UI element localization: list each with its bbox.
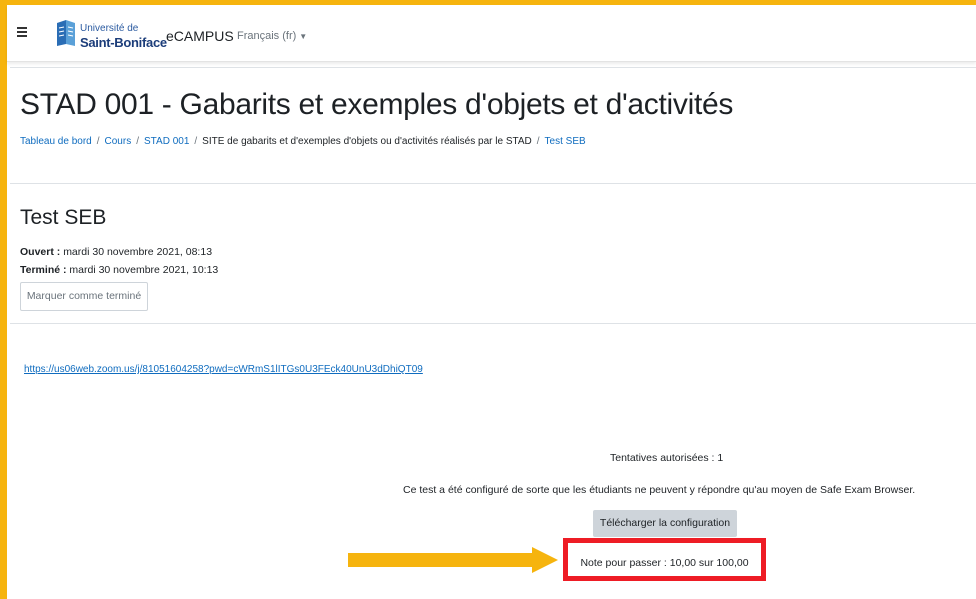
breadcrumb-dashboard[interactable]: Tableau de bord xyxy=(20,136,92,147)
breadcrumb-separator: / xyxy=(136,136,139,147)
open-date-label: Ouvert : xyxy=(20,246,61,258)
language-menu[interactable]: Français (fr) ▼ xyxy=(237,30,307,42)
breadcrumb-separator: / xyxy=(194,136,198,147)
breadcrumb-separator: / xyxy=(536,136,540,147)
seb-notice: Ce test a été configuré de sorte que les… xyxy=(403,484,916,496)
divider xyxy=(10,67,976,68)
breadcrumb-activity[interactable]: Test SEB xyxy=(545,136,586,147)
breadcrumb: Tableau de bord / Cours / STAD 001 / SITE de g… xyxy=(20,136,586,147)
highlight-frame-left xyxy=(0,0,7,599)
top-navbar: Université de Saint-Boniface eCAMPUS Fra… xyxy=(7,5,976,62)
divider xyxy=(10,323,976,324)
logo-text-line1: Université de xyxy=(80,23,139,34)
close-date-label: Terminé : xyxy=(20,264,67,276)
download-config-button[interactable]: Télécharger la configuration xyxy=(593,510,737,537)
activity-title: Test SEB xyxy=(20,206,107,229)
logo-mark-icon xyxy=(57,20,75,46)
callout-arrow-icon xyxy=(348,547,558,573)
menu-icon[interactable] xyxy=(17,27,27,37)
breadcrumb-separator: / xyxy=(96,136,100,147)
breadcrumb-section[interactable]: SITE de gabarits et d'exemples d'objets … xyxy=(202,136,532,147)
divider xyxy=(10,183,976,184)
page-title: STAD 001 - Gabarits et exemples d'objets… xyxy=(20,88,734,121)
attempts-allowed: Tentatives autorisées : 1 xyxy=(610,452,724,464)
close-date-value: mardi 30 novembre 2021, 10:13 xyxy=(69,264,219,276)
site-brand[interactable]: eCAMPUS xyxy=(166,28,234,44)
university-logo[interactable]: Université de Saint-Boniface xyxy=(55,15,167,51)
breadcrumb-courses[interactable]: Cours xyxy=(105,136,132,147)
logo-text-line2: Saint-Boniface xyxy=(80,35,167,50)
caret-down-icon: ▼ xyxy=(299,32,308,41)
language-label: Français (fr) xyxy=(237,30,297,42)
breadcrumb-course[interactable]: STAD 001 xyxy=(144,136,189,147)
open-date-value: mardi 30 novembre 2021, 08:13 xyxy=(63,246,213,258)
mark-as-done-button[interactable]: Marquer comme terminé xyxy=(20,282,148,311)
open-date: Ouvert : mardi 30 novembre 2021, 08:13 xyxy=(20,246,212,258)
zoom-meeting-link[interactable]: https://us06web.zoom.us/j/81051604258?pw… xyxy=(24,364,423,375)
pass-grade-callout: Note pour passer : 10,00 sur 100,00 xyxy=(563,538,766,581)
close-date: Terminé : mardi 30 novembre 2021, 10:13 xyxy=(20,264,218,276)
pass-grade-text: Note pour passer : 10,00 sur 100,00 xyxy=(580,557,749,569)
